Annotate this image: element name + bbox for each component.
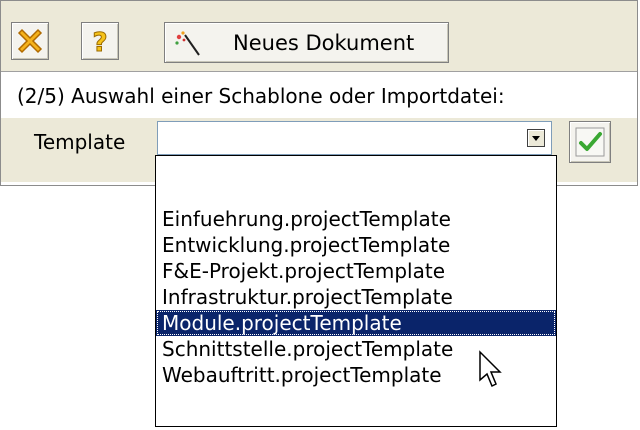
dropdown-option-selected[interactable]: Module.projectTemplate [156, 310, 556, 336]
checkmark-icon [575, 127, 605, 157]
template-label: Template [34, 130, 126, 154]
close-x-icon [17, 28, 43, 54]
dropdown-option[interactable]: F&E-Projekt.projectTemplate [156, 258, 556, 284]
new-document-label: Neues Dokument [233, 31, 415, 55]
help-button[interactable]: ? [81, 22, 119, 60]
dropdown-option[interactable]: Entwicklung.projectTemplate [156, 232, 556, 258]
dropdown-option-empty[interactable] [156, 161, 556, 187]
dropdown-option[interactable]: Infrastruktur.projectTemplate [156, 284, 556, 310]
question-mark-icon: ? [92, 28, 108, 59]
svg-text:?: ? [92, 28, 107, 58]
mouse-pointer-icon [478, 350, 504, 390]
new-document-button[interactable]: Neues Dokument [164, 22, 449, 63]
chevron-down-icon [532, 136, 540, 141]
dropdown-option[interactable]: Einfuehrung.projectTemplate [156, 206, 556, 232]
close-button[interactable] [11, 22, 49, 60]
wand-icon [173, 29, 203, 57]
step-instruction: (2/5) Auswahl einer Schablone oder Impor… [17, 84, 505, 108]
confirm-button[interactable] [569, 121, 611, 163]
dropdown-arrow-button[interactable] [527, 129, 545, 147]
template-select[interactable] [157, 121, 552, 155]
toolbar: ? Neues Dokument [1, 1, 637, 72]
